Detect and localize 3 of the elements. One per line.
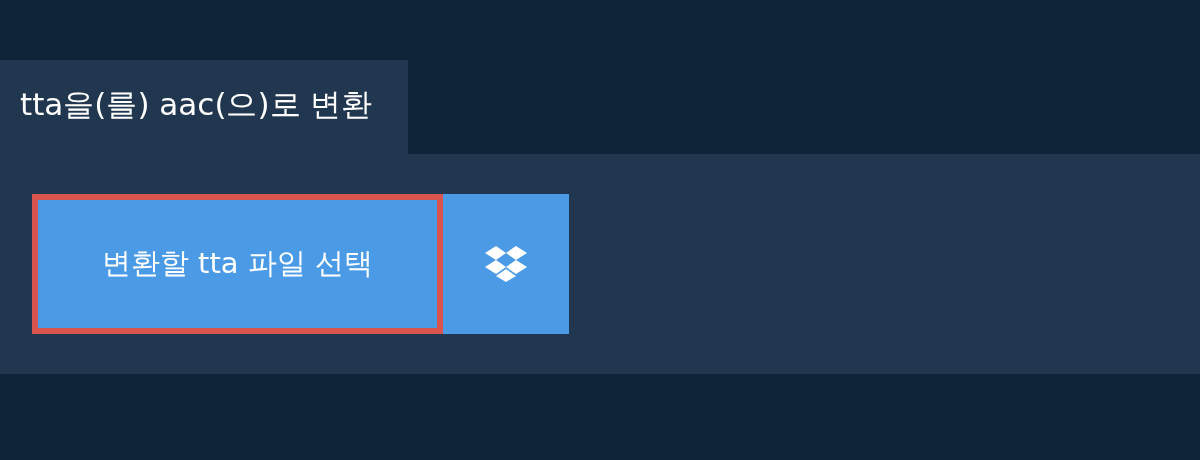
boxes-icon [485, 246, 527, 282]
tab[interactable]: tta을(를) aac(으)로 변환 [0, 60, 409, 154]
dropbox-button[interactable] [443, 194, 569, 334]
